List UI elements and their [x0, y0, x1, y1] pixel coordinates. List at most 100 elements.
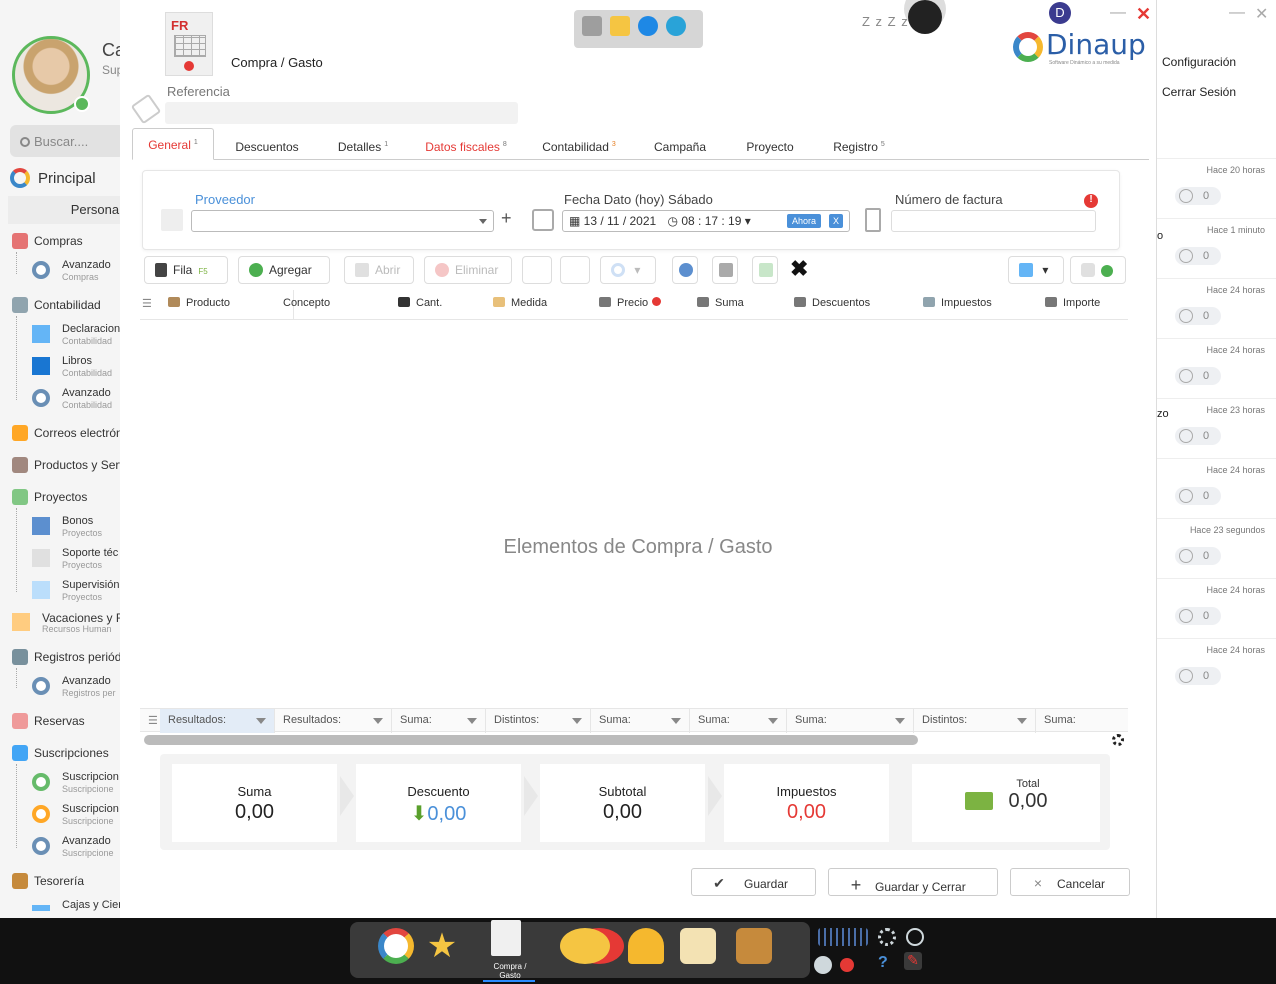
minimize-button[interactable]: — — [1229, 4, 1245, 22]
guardar-cerrar-button[interactable]: + Guardar y Cerrar — [828, 868, 998, 896]
folder-icon[interactable] — [610, 16, 630, 36]
factura-input[interactable] — [891, 210, 1096, 232]
clock-icon[interactable] — [906, 928, 924, 946]
activity-item[interactable]: Hace 24 horas 0 — [1157, 578, 1276, 638]
tab-proyecto[interactable]: Proyecto — [732, 128, 808, 160]
chat-bubbles-icon[interactable] — [560, 928, 610, 964]
abrir-button[interactable]: Abrir — [344, 256, 414, 284]
trash-button[interactable] — [712, 256, 738, 284]
activity-item[interactable]: Hace 24 horas 0 — [1157, 458, 1276, 518]
add-proveedor-button[interactable]: + — [501, 208, 512, 229]
grid-menu-icon[interactable]: ☰ — [142, 290, 158, 320]
document-button[interactable] — [752, 256, 778, 284]
column-medida[interactable]: Medida — [493, 290, 547, 320]
color-picker-button[interactable]: ▾ — [600, 256, 656, 284]
activity-item[interactable]: Hace 24 horas 0 — [1157, 638, 1276, 698]
summary-cell[interactable]: Suma: — [392, 709, 486, 733]
close-button[interactable]: ✕ — [1255, 4, 1268, 24]
column-precio[interactable]: Precio — [599, 290, 662, 320]
sidebar-item-proyectos[interactable]: Proyectos — [0, 489, 120, 505]
cancelar-button[interactable]: × Cancelar — [1010, 868, 1130, 896]
summary-menu-icon[interactable]: ☰ — [140, 709, 160, 733]
configuracion-link[interactable]: Configuración — [1162, 55, 1236, 69]
column-concepto[interactable]: Concepto — [283, 290, 330, 320]
tab-campana[interactable]: Campaña — [642, 128, 718, 160]
activity-item[interactable]: Hace 23 horas 0 — [1157, 398, 1276, 458]
sidebar-item-contabilidad[interactable]: Contabilidad — [0, 297, 120, 313]
ahora-button[interactable]: Ahora — [787, 214, 822, 228]
column-descuentos[interactable]: Descuentos — [794, 290, 870, 320]
activity-item[interactable]: Hace 24 horas 0 — [1157, 278, 1276, 338]
summary-cell[interactable]: Distintos: — [486, 709, 591, 733]
sidebar-item-registros[interactable]: Registros periód — [0, 649, 120, 665]
assistant-robot-icon[interactable] — [908, 0, 942, 34]
cerrar-sesion-link[interactable]: Cerrar Sesión — [1162, 85, 1236, 99]
dinaup-gear-icon[interactable] — [378, 928, 414, 964]
tab-registro[interactable]: Registro 5 — [822, 128, 896, 160]
sidebar-item-suscripciones[interactable]: Suscripciones — [0, 745, 120, 761]
wallet-icon[interactable] — [736, 928, 772, 964]
search-button[interactable] — [672, 256, 698, 284]
cloud-icon[interactable] — [814, 956, 832, 974]
referencia-input[interactable] — [165, 102, 518, 124]
move-down-button[interactable] — [560, 256, 590, 284]
export-dropdown[interactable]: ▾ — [1008, 256, 1064, 284]
summary-cell[interactable]: Resultados: — [275, 709, 392, 733]
pin-icon[interactable]: ✎ — [904, 952, 922, 970]
tab-datos-fiscales[interactable]: Datos fiscales 8 — [414, 128, 518, 160]
agregar-button[interactable]: Agregar — [238, 256, 330, 284]
grid-settings-gear-icon[interactable] — [1112, 734, 1124, 746]
help-icon[interactable] — [666, 16, 686, 36]
activity-item[interactable]: Hace 20 horas 0 — [1157, 158, 1276, 218]
column-cant[interactable]: Cant. — [398, 290, 442, 320]
sidebar-personal[interactable]: Personal — [8, 196, 120, 224]
summary-cell[interactable]: Suma: — [1036, 709, 1128, 733]
invoice-icon[interactable] — [491, 920, 521, 956]
column-producto[interactable]: Producto — [168, 290, 294, 320]
summary-cell[interactable]: Suma: — [690, 709, 787, 733]
summary-cell[interactable]: Suma: — [591, 709, 690, 733]
bell-icon[interactable] — [628, 928, 664, 964]
column-importe[interactable]: Importe — [1045, 290, 1100, 320]
summary-cell[interactable]: Resultados: — [160, 709, 275, 733]
close-button[interactable]: ✕ — [1136, 4, 1151, 25]
tag-add-button[interactable] — [1070, 256, 1126, 284]
sidebar-item-tesoreria[interactable]: Tesorería — [0, 873, 120, 889]
summary-cell[interactable]: Distintos: — [914, 709, 1036, 733]
proveedor-select[interactable] — [191, 210, 494, 232]
move-up-button[interactable] — [522, 256, 552, 284]
activity-item[interactable]: Hace 24 horas 0 — [1157, 338, 1276, 398]
chevron-down-icon[interactable]: ▾ — [741, 214, 751, 228]
list-icon[interactable] — [582, 16, 602, 36]
sidebar-item-compras[interactable]: Compras — [0, 233, 120, 249]
help-icon[interactable]: ? — [878, 954, 896, 972]
tab-contabilidad[interactable]: Contabilidad 3 — [532, 128, 626, 160]
column-suma[interactable]: Suma — [697, 290, 744, 320]
clear-date-button[interactable]: X — [829, 214, 844, 228]
expand-icon[interactable]: ✖ — [790, 258, 812, 280]
tab-detalles[interactable]: Detalles 1 — [328, 128, 398, 160]
grid-icon[interactable] — [818, 928, 868, 946]
summary-cell[interactable]: Suma: — [787, 709, 914, 733]
guardar-button[interactable]: ✔ Guardar — [691, 868, 816, 896]
sidebar-item-reservas[interactable]: Reservas — [0, 713, 120, 729]
minimize-button[interactable]: — — [1110, 4, 1126, 22]
activity-item[interactable]: Hace 23 segundos 0 — [1157, 518, 1276, 578]
column-impuestos[interactable]: Impuestos — [923, 290, 992, 320]
activity-item[interactable]: Hace 1 minuto 0 — [1157, 218, 1276, 278]
tab-descuentos[interactable]: Descuentos — [224, 128, 310, 160]
gear-icon[interactable] — [878, 928, 896, 946]
note-icon[interactable] — [680, 928, 716, 964]
sidebar-principal[interactable]: Principal — [10, 168, 96, 188]
add-row-button[interactable]: Fila F5 — [144, 256, 228, 284]
eliminar-button[interactable]: Eliminar — [424, 256, 512, 284]
tab-general[interactable]: General 1 — [132, 128, 214, 160]
horizontal-scrollbar[interactable] — [144, 735, 918, 745]
star-icon[interactable]: ★ — [424, 928, 460, 964]
sidebar-item-productos[interactable]: Productos y Serv — [0, 457, 120, 473]
chat-icon[interactable] — [638, 16, 658, 36]
fecha-input[interactable]: ▦ 13 / 11 / 2021 ◷ 08 : 17 : 19 ▾ Ahora … — [562, 210, 850, 232]
sidebar-search-input[interactable]: Buscar.... — [10, 125, 120, 157]
sidebar-item-correos[interactable]: Correos electrón — [0, 425, 120, 441]
error-icon[interactable] — [840, 958, 854, 972]
